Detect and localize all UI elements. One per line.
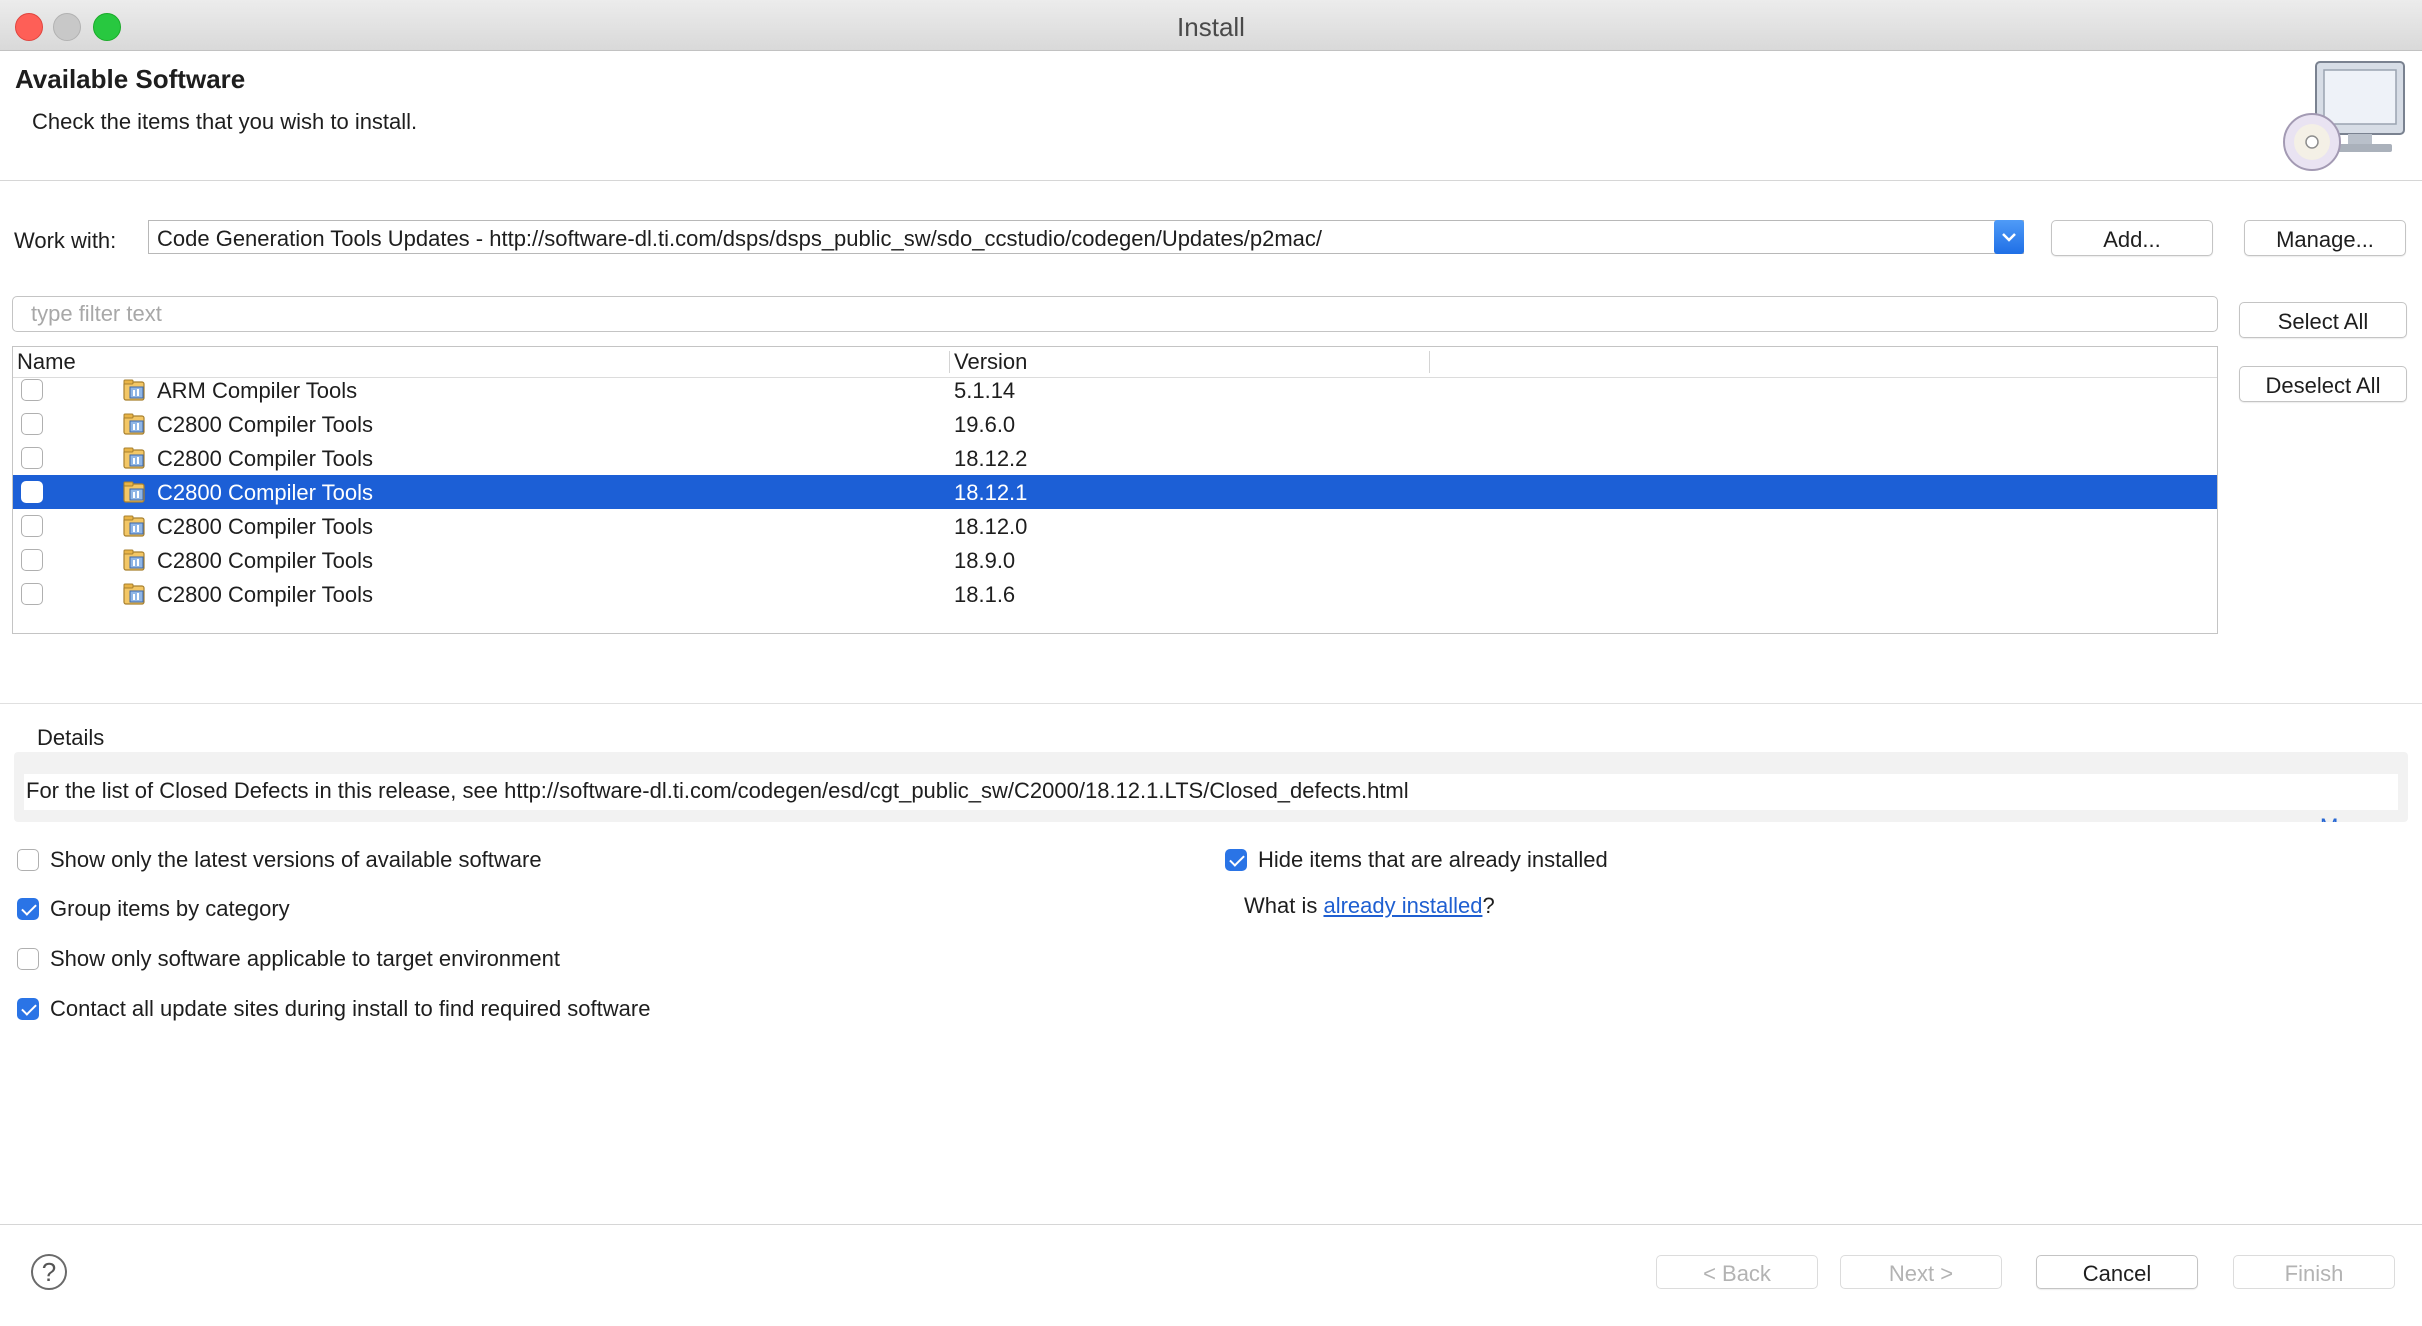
row-checkbox[interactable] [21,549,43,571]
table-row[interactable]: C2800 Compiler Tools 18.12.2 [13,441,2217,475]
column-divider[interactable] [1429,351,1430,373]
cancel-label: Cancel [2082,1261,2152,1286]
row-version: 19.6.0 [954,412,1016,437]
table-row[interactable]: C2800 Compiler Tools 18.12.0 [13,509,2217,543]
table-row[interactable]: C2800 Compiler Tools 18.1.6 [13,577,2217,611]
add-site-button[interactable]: Add... [2051,220,2213,256]
next-button[interactable]: Next > [1840,1255,2002,1289]
add-site-label: Add... [2103,227,2161,252]
feature-icon [121,410,149,438]
applicable-only-checkbox[interactable] [17,948,39,970]
row-version: 18.9.0 [954,548,1016,573]
row-checkbox[interactable] [21,413,43,435]
column-divider[interactable] [949,351,950,373]
chevron-down-icon [2002,233,2016,242]
row-checkbox[interactable] [21,481,43,503]
table-row[interactable]: C2800 Compiler Tools 18.9.0 [13,543,2217,577]
cancel-button[interactable]: Cancel [2036,1255,2198,1289]
column-header-name[interactable]: Name [17,349,76,375]
feature-icon [121,546,149,574]
manage-sites-button[interactable]: Manage... [2244,220,2406,256]
back-button[interactable]: < Back [1656,1255,1818,1289]
manage-sites-label: Manage... [2276,227,2374,252]
feature-icon [121,444,149,472]
show-latest-checkbox[interactable] [17,849,39,871]
row-checkbox[interactable] [21,447,43,469]
header-divider [0,180,2422,181]
title-bar: Install [0,0,2422,51]
row-name: C2800 Compiler Tools [157,446,374,471]
deselect-all-button[interactable]: Deselect All [2239,366,2407,402]
hide-installed-checkbox[interactable] [1225,849,1247,871]
deselect-all-label: Deselect All [2265,373,2381,398]
applicable-only-label: Show only software applicable to target … [50,946,560,971]
combo-dropdown-button[interactable] [1994,220,2024,254]
group-by-category-label: Group items by category [50,896,290,921]
page-title: Available Software [15,64,246,94]
contact-all-sites-label: Contact all update sites during install … [50,996,651,1021]
group-by-category-checkbox[interactable] [17,898,39,920]
software-rows: ARM Compiler Tools5.2.7ARM Compiler Tool… [13,347,2217,633]
help-icon[interactable]: ? [31,1254,67,1290]
select-all-label: Select All [2277,309,2369,334]
details-text: For the list of Closed Defects in this r… [26,778,1409,803]
feature-icon [121,512,149,540]
show-latest-label: Show only the latest versions of availab… [50,847,542,872]
table-row[interactable]: ARM Compiler Tools 5.1.14 [13,373,2217,407]
feature-icon [121,580,149,608]
details-label: Details [37,725,105,750]
back-label: < Back [1703,1261,1771,1286]
next-label: Next > [1888,1261,1954,1286]
details-more-link[interactable]: More... [2320,814,2388,822]
row-name: C2800 Compiler Tools [157,480,374,505]
row-name: ARM Compiler Tools [157,378,358,403]
feature-icon [121,376,149,404]
contact-all-sites-checkbox[interactable] [17,998,39,1020]
what-is-suffix: ? [1482,893,1495,918]
row-name: C2800 Compiler Tools [157,548,374,573]
details-panel: For the list of Closed Defects in this r… [14,752,2408,822]
table-row[interactable]: C2800 Compiler Tools 19.6.0 [13,407,2217,441]
finish-label: Finish [2284,1261,2344,1286]
row-name: C2800 Compiler Tools [157,412,374,437]
table-row[interactable]: C2800 Compiler Tools 18.12.1 [13,475,2217,509]
table-header: Name Version [13,347,2217,378]
install-computer-icon [2283,61,2405,171]
work-with-value: Code Generation Tools Updates - http://s… [157,226,1323,251]
window-title: Install [1177,12,1245,42]
column-header-version[interactable]: Version [954,349,1027,375]
what-is-prefix: What is [1244,893,1324,918]
row-name: C2800 Compiler Tools [157,582,374,607]
work-with-combo[interactable]: Code Generation Tools Updates - http://s… [148,220,2024,254]
row-version: 18.12.0 [954,514,1028,539]
hide-installed-label: Hide items that are already installed [1258,847,1608,872]
row-name: C2800 Compiler Tools [157,514,374,539]
what-is-installed-text: What is already installed? [1244,893,1495,919]
row-version: 18.12.1 [954,480,1028,505]
filter-input[interactable] [12,296,2218,332]
footer-divider [0,1224,2422,1225]
row-checkbox[interactable] [21,515,43,537]
row-version: 5.1.14 [954,378,1016,403]
page-description: Check the items that you wish to install… [32,109,418,134]
row-version: 18.12.2 [954,446,1028,471]
row-checkbox[interactable] [21,583,43,605]
already-installed-link[interactable]: already installed [1323,893,1482,918]
finish-button[interactable]: Finish [2233,1255,2395,1289]
select-all-button[interactable]: Select All [2239,302,2407,338]
details-divider [0,703,2422,704]
work-with-label: Work with: [14,228,117,253]
software-table[interactable]: ARM Compiler Tools5.2.7ARM Compiler Tool… [12,346,2218,634]
row-version: 18.1.6 [954,582,1016,607]
row-checkbox[interactable] [21,379,43,401]
feature-icon [121,478,149,506]
